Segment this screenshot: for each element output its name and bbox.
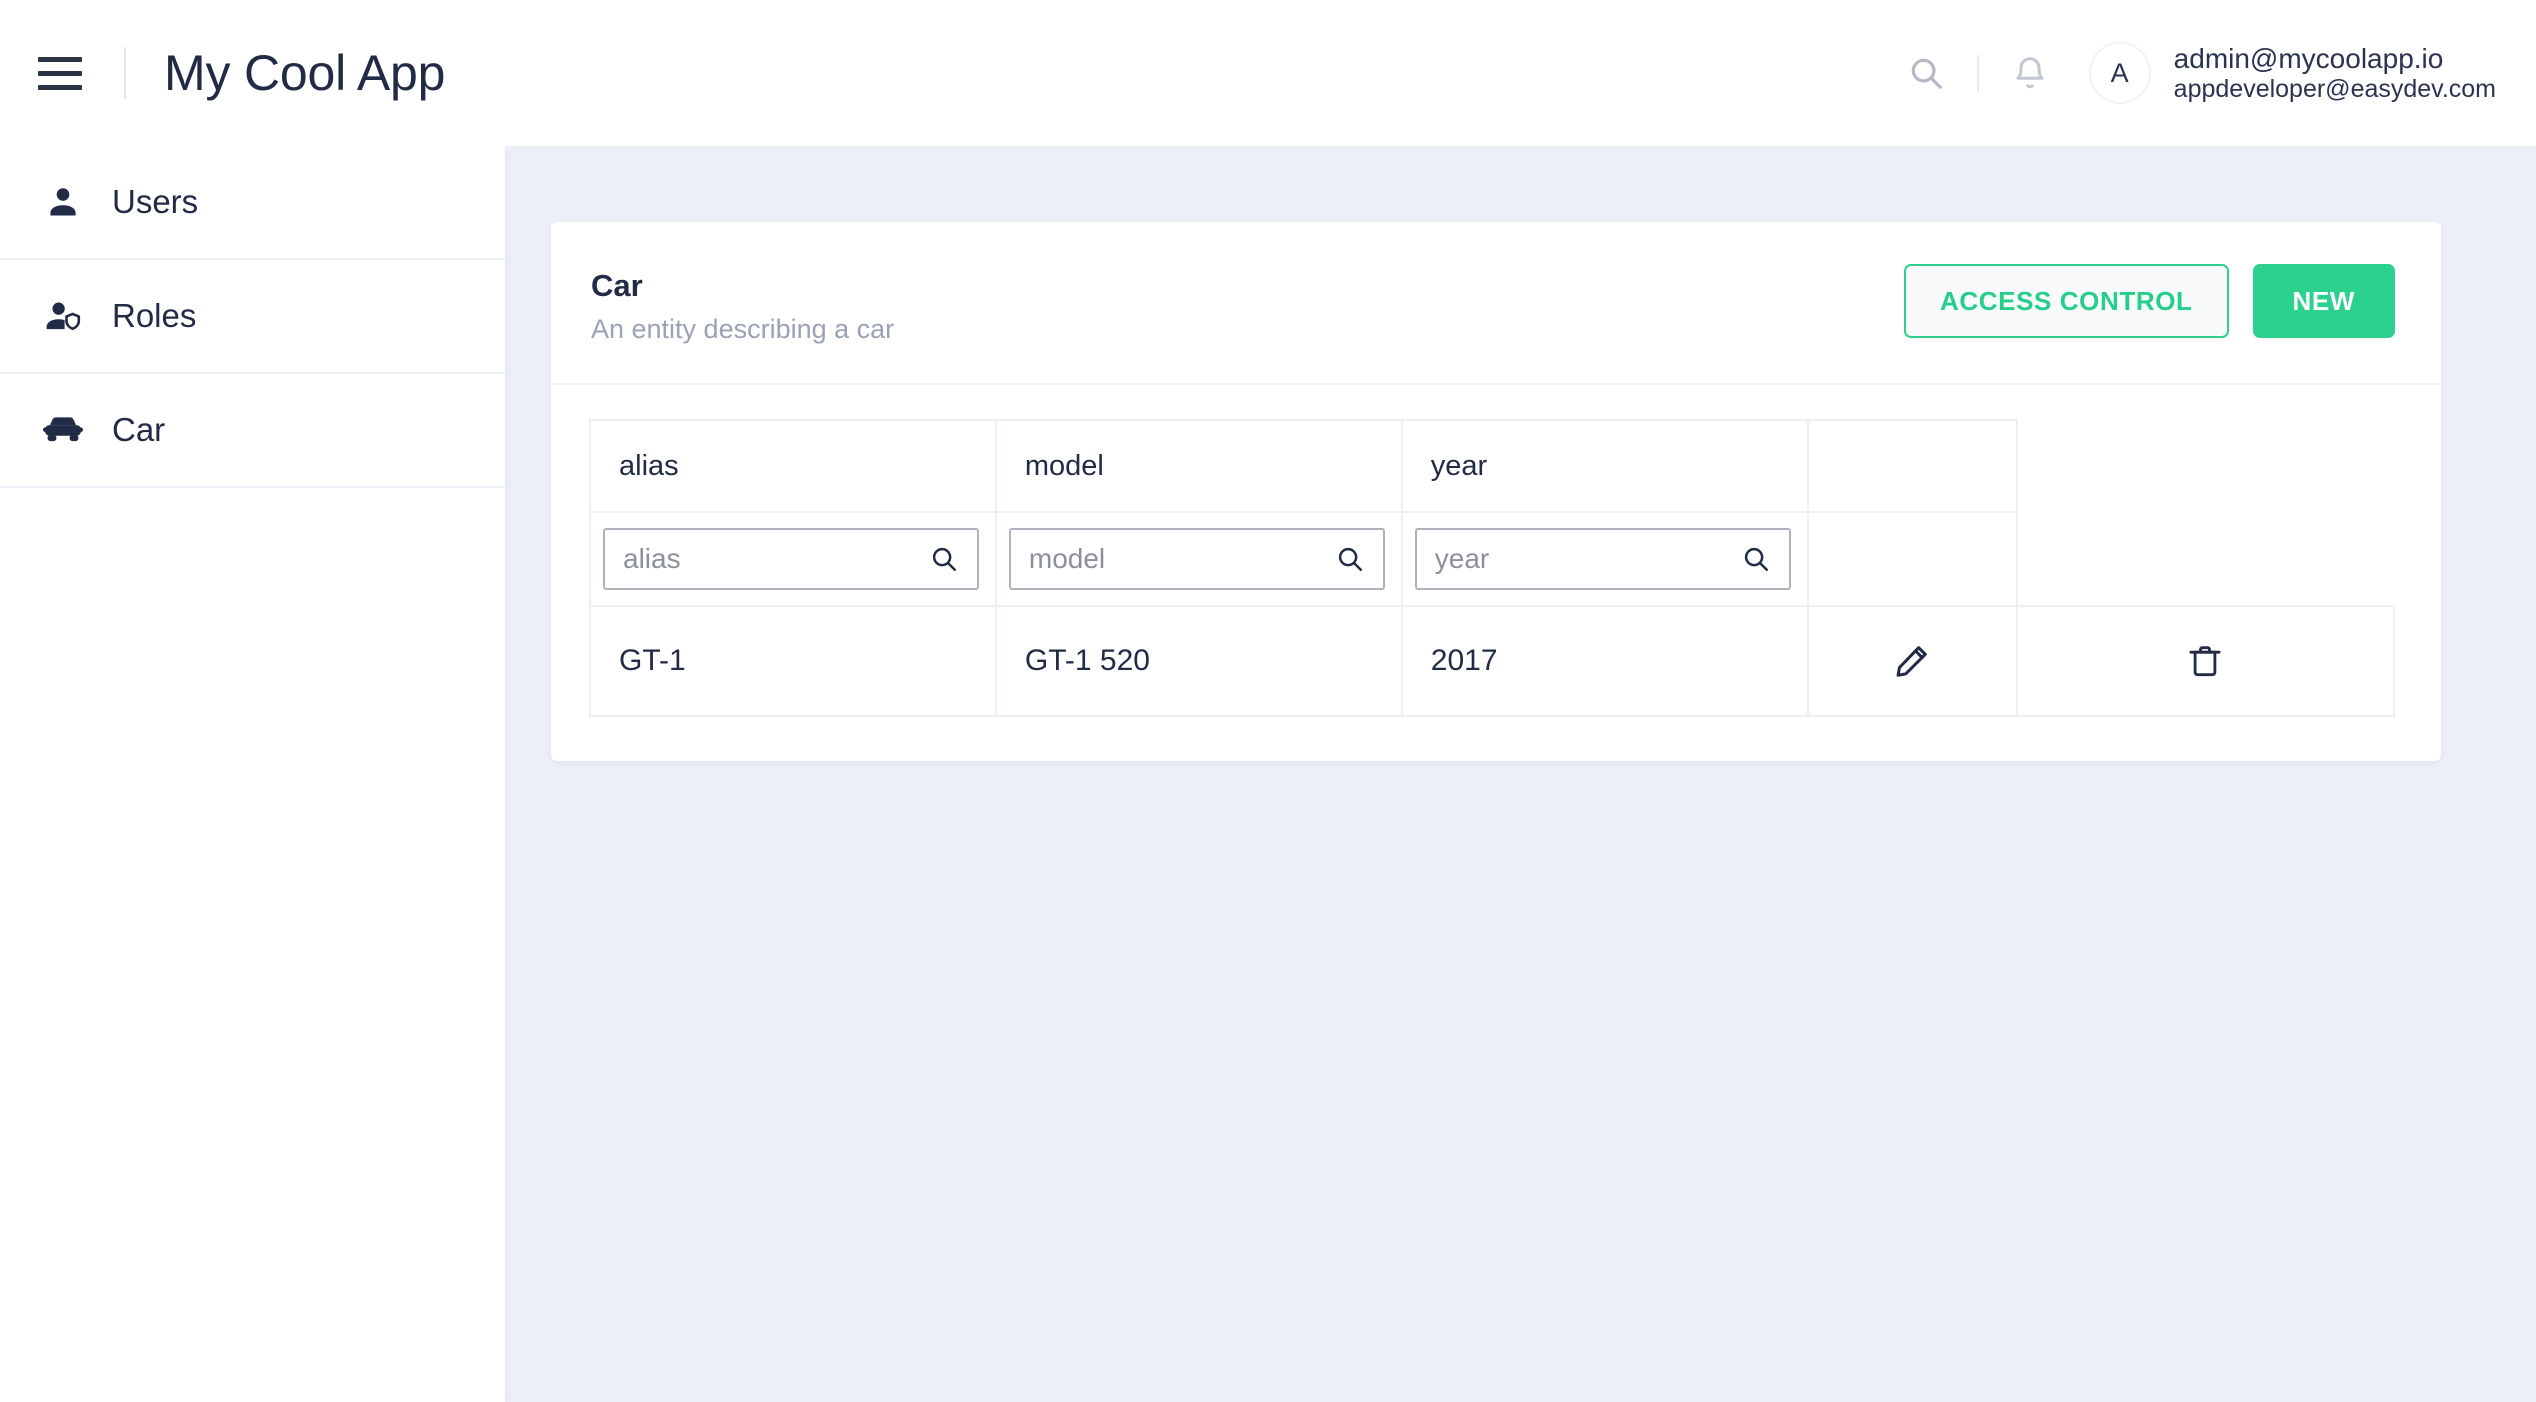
- main-content: Car An entity describing a car ACCESS CO…: [505, 146, 2536, 1402]
- filter-box-alias[interactable]: [603, 528, 979, 590]
- car-icon: [40, 407, 86, 453]
- user-info[interactable]: admin@mycoolapp.io appdeveloper@easydev.…: [2174, 42, 2496, 105]
- filter-cell-actions: [1806, 511, 2018, 607]
- table-row[interactable]: GT-1 GT-1 520 2017: [589, 605, 2396, 717]
- column-header-model[interactable]: model: [994, 419, 1403, 513]
- filter-input-model[interactable]: [1028, 543, 1333, 575]
- sidebar-item-label: Users: [112, 183, 199, 220]
- sidebar-item-label: Roles: [112, 297, 197, 334]
- table-filter-row: [589, 511, 2394, 607]
- header-title-divider: [124, 47, 126, 99]
- user-shield-icon: [40, 293, 86, 339]
- card-body: alias model year alias model year GT-1 G…: [551, 385, 2441, 761]
- avatar-initial: A: [2110, 57, 2129, 88]
- column-header-alias[interactable]: alias: [589, 419, 997, 513]
- column-header-actions: [1806, 419, 2018, 513]
- body-wrapper: Users Roles Car Car An entity describing…: [0, 146, 2536, 1402]
- user-sub-email: appdeveloper@easydev.com: [2173, 74, 2496, 103]
- trash-icon[interactable]: [2018, 607, 2393, 715]
- user-icon: [40, 179, 86, 225]
- filter-cell-alias: [589, 511, 997, 607]
- search-icon[interactable]: [927, 542, 961, 576]
- cell-delete-action[interactable]: [2015, 605, 2396, 717]
- column-header-year[interactable]: year: [1400, 419, 1809, 513]
- cell-year: 2017: [1400, 605, 1809, 717]
- app-title: My Cool App: [164, 45, 446, 101]
- search-icon[interactable]: [1739, 542, 1773, 576]
- page-subtitle: An entity describing a car: [591, 314, 895, 344]
- sidebar: Users Roles Car: [0, 146, 505, 1402]
- sidebar-item-users[interactable]: Users: [0, 146, 505, 260]
- filter-box-model[interactable]: [1008, 528, 1385, 590]
- cell-model: GT-1 520: [994, 605, 1403, 717]
- sidebar-item-label: Car: [112, 411, 166, 448]
- header-left: My Cool App: [30, 44, 445, 102]
- card-actions: ACCESS CONTROL NEW: [1904, 264, 2395, 338]
- sidebar-item-car[interactable]: Car: [0, 374, 505, 488]
- access-control-button[interactable]: ACCESS CONTROL: [1904, 264, 2229, 338]
- hamburger-icon[interactable]: [38, 50, 84, 96]
- search-icon[interactable]: [1893, 40, 1959, 106]
- app-root: My Cool App A admin@mycoolapp.io appdeve…: [0, 0, 2536, 1402]
- user-email: admin@mycoolapp.io: [2173, 42, 2444, 74]
- page-title: Car: [591, 268, 643, 303]
- table-header-row: alias model year: [589, 419, 2394, 513]
- filter-cell-year: [1400, 511, 1809, 607]
- entity-table: alias model year alias model year GT-1 G…: [589, 419, 2396, 717]
- entity-card: Car An entity describing a car ACCESS CO…: [551, 222, 2441, 761]
- filter-input-year[interactable]: [1434, 543, 1739, 575]
- pencil-icon[interactable]: [1809, 607, 2016, 715]
- cell-edit-action[interactable]: [1806, 605, 2018, 717]
- header-right: A admin@mycoolapp.io appdeveloper@easyde…: [1893, 40, 2496, 106]
- search-icon[interactable]: [1333, 542, 1367, 576]
- cell-alias: GT-1: [589, 605, 997, 717]
- avatar[interactable]: A: [2088, 42, 2151, 104]
- top-header: My Cool App A admin@mycoolapp.io appdeve…: [0, 0, 2536, 146]
- bell-icon[interactable]: [1997, 40, 2063, 106]
- header-icons-divider: [1976, 55, 1979, 91]
- sidebar-item-roles[interactable]: Roles: [0, 260, 505, 374]
- filter-cell-model: [994, 511, 1403, 607]
- new-button[interactable]: NEW: [2252, 264, 2395, 338]
- filter-box-year[interactable]: [1414, 528, 1791, 590]
- card-title-block: Car An entity describing a car: [591, 264, 894, 345]
- card-header: Car An entity describing a car ACCESS CO…: [551, 222, 2441, 385]
- filter-input-alias[interactable]: [623, 543, 927, 575]
